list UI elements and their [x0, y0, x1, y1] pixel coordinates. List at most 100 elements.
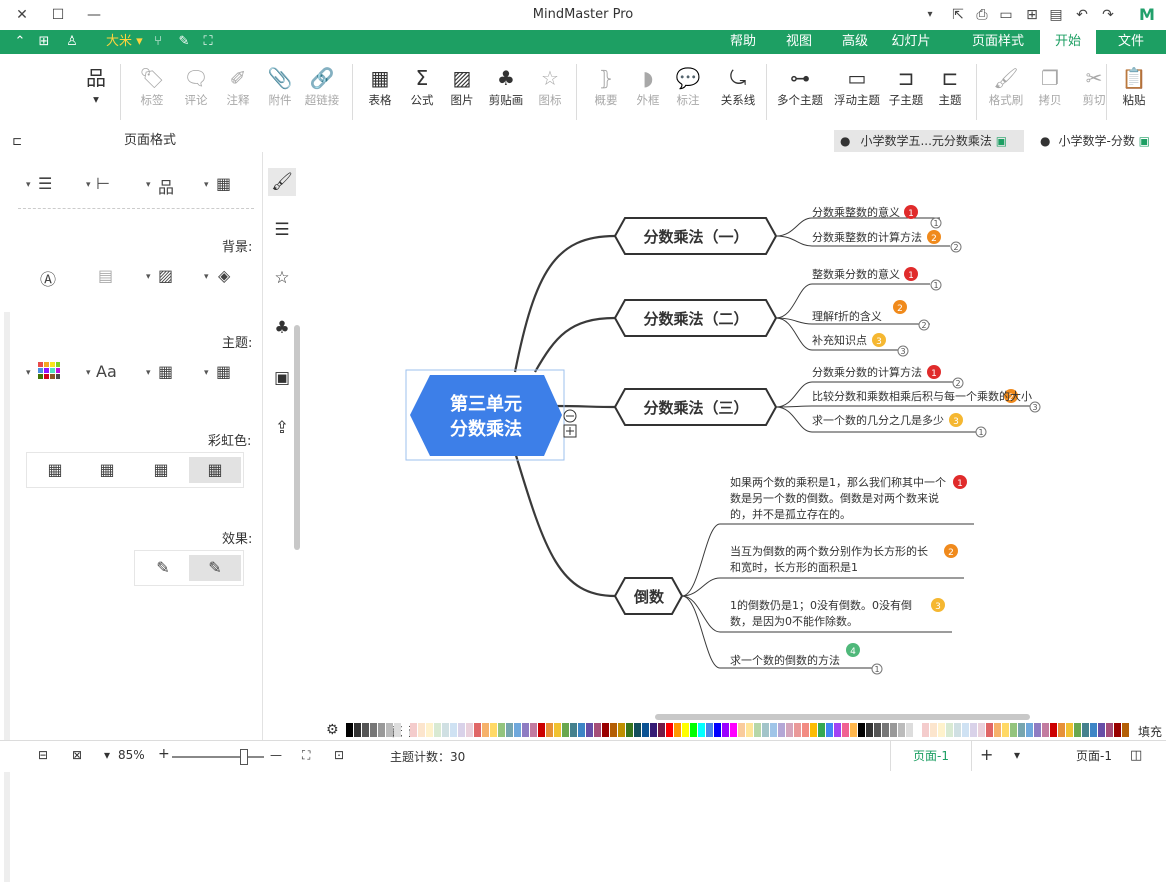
subtopic-line[interactable]: 数，是因为0不能作除数。: [730, 614, 858, 628]
color-swatch[interactable]: [354, 723, 361, 737]
effect-option-sketch[interactable]: ✎: [137, 555, 189, 581]
zoom-slider[interactable]: [172, 756, 264, 758]
paste-button[interactable]: 📋 粘贴: [1112, 64, 1156, 108]
clipart-icon[interactable]: ♣: [268, 314, 296, 342]
color-swatch[interactable]: [490, 723, 497, 737]
color-swatch[interactable]: [642, 723, 649, 737]
color-swatch[interactable]: [762, 723, 769, 737]
attachment-button[interactable]: 📎 附件: [258, 64, 302, 108]
color-swatch[interactable]: [1042, 723, 1049, 737]
effect-option-solid[interactable]: ✎: [189, 555, 241, 581]
color-swatch[interactable]: [602, 723, 609, 737]
branch-icon[interactable]: ⑂: [148, 32, 168, 52]
panel-scrollbar[interactable]: [4, 312, 10, 882]
subtopic-line[interactable]: 当互为倒数的两个数分别作为长方形的长: [730, 544, 928, 558]
star-icon[interactable]: ☆: [268, 264, 296, 292]
color-swatch[interactable]: [914, 723, 921, 737]
caret-icon[interactable]: ▾: [146, 368, 151, 378]
print-icon[interactable]: ⎙: [972, 5, 992, 25]
color-swatch[interactable]: [730, 723, 737, 737]
rainbow-option[interactable]: ▦: [29, 457, 81, 483]
color-swatch[interactable]: [658, 723, 665, 737]
color-swatch[interactable]: [754, 723, 761, 737]
count-marker[interactable]: 2: [955, 379, 960, 388]
color-swatch[interactable]: [986, 723, 993, 737]
color-swatch[interactable]: [546, 723, 553, 737]
tab-page-style[interactable]: 页面样式: [966, 30, 1030, 54]
subtopic-line[interactable]: 和宽时，长方形的面积是1: [730, 560, 858, 574]
color-swatch[interactable]: [818, 723, 825, 737]
caret-icon[interactable]: ▾: [146, 272, 151, 282]
color-swatch[interactable]: [1098, 723, 1105, 737]
color-swatch[interactable]: [570, 723, 577, 737]
color-swatch[interactable]: [778, 723, 785, 737]
export-icon[interactable]: ⇱: [948, 5, 968, 25]
color-swatch[interactable]: [794, 723, 801, 737]
subtopic-label[interactable]: 分数乘整数的意义: [812, 205, 900, 219]
subtopic-label[interactable]: 理解f折的含义: [812, 309, 882, 323]
pen-icon[interactable]: ✎: [174, 32, 194, 52]
color-swatch[interactable]: [850, 723, 857, 737]
layout-button[interactable]: 品 ▾: [74, 64, 118, 106]
color-swatch[interactable]: [514, 723, 521, 737]
color-swatch[interactable]: [410, 723, 417, 737]
count-marker[interactable]: 3: [1032, 403, 1037, 412]
color-swatch[interactable]: [1058, 723, 1065, 737]
color-swatch[interactable]: [786, 723, 793, 737]
color-swatch[interactable]: [826, 723, 833, 737]
boundary-button[interactable]: ◗ 外框: [626, 64, 670, 108]
color-swatch[interactable]: [610, 723, 617, 737]
file-menu[interactable]: 文件: [1106, 30, 1156, 54]
color-swatch[interactable]: [898, 723, 905, 737]
clipart-button[interactable]: ♣ 剪贴画: [484, 64, 528, 108]
layout-grid-icon[interactable]: ▦: [216, 174, 231, 193]
color-swatch[interactable]: [858, 723, 865, 737]
color-swatch[interactable]: [386, 723, 393, 737]
count-marker[interactable]: 1: [933, 219, 938, 228]
color-swatch[interactable]: [810, 723, 817, 737]
color-swatch[interactable]: [738, 723, 745, 737]
mindmap-canvas[interactable]: 第三单元 分数乘法 分数乘法（一） 分数乘法（二） 分数乘法（三） 倒数 1 分…: [300, 152, 1166, 720]
color-swatch[interactable]: [450, 723, 457, 737]
connector-icon[interactable]: ⊢: [96, 174, 110, 193]
rainbow-option[interactable]: ▦: [135, 457, 187, 483]
color-swatch[interactable]: [682, 723, 689, 737]
color-swatch[interactable]: [1122, 723, 1129, 737]
color-swatch[interactable]: [1114, 723, 1121, 737]
page-menu-icon[interactable]: ▾: [1014, 748, 1020, 762]
background-image-icon[interactable]: ▨: [158, 266, 173, 285]
color-swatch[interactable]: [714, 723, 721, 737]
color-swatch[interactable]: [522, 723, 529, 737]
layout-toggle-icon[interactable]: ◫: [1130, 748, 1142, 763]
color-swatch[interactable]: [1050, 723, 1057, 737]
numbering-icon[interactable]: ☰: [38, 174, 52, 193]
comment-button[interactable]: 🗨 评论: [174, 64, 218, 108]
color-swatch[interactable]: [466, 723, 473, 737]
outline-icon[interactable]: ☰: [268, 216, 296, 244]
open-icon[interactable]: ▤: [1046, 5, 1066, 25]
caret-icon[interactable]: ▾: [204, 368, 209, 378]
color-swatch[interactable]: [498, 723, 505, 737]
color-swatch[interactable]: [402, 723, 409, 737]
color-swatch[interactable]: [874, 723, 881, 737]
new-icon[interactable]: ⊞: [1022, 5, 1042, 25]
color-swatch[interactable]: [346, 723, 353, 737]
tab-view[interactable]: 视图: [778, 30, 820, 54]
subtopic-label[interactable]: 分数乘整数的计算方法: [812, 230, 922, 244]
count-marker[interactable]: 1: [874, 665, 879, 674]
caret-icon[interactable]: ▾: [204, 180, 209, 190]
color-swatch[interactable]: [746, 723, 753, 737]
color-swatch[interactable]: [530, 723, 537, 737]
color-swatch[interactable]: [834, 723, 841, 737]
color-swatch[interactable]: [1002, 723, 1009, 737]
caret-icon[interactable]: ▾: [86, 180, 91, 190]
zoom-slider-thumb[interactable]: [240, 749, 248, 765]
subtopic-button[interactable]: ⊐ 子主题: [884, 64, 928, 108]
formula-button[interactable]: Σ 公式: [400, 64, 444, 108]
color-swatch[interactable]: [770, 723, 777, 737]
format-painter-button[interactable]: 🖌 格式刷: [984, 64, 1028, 108]
color-swatch[interactable]: [370, 723, 377, 737]
rainbow-option[interactable]: ▦: [81, 457, 133, 483]
calendar-icon[interactable]: ▣: [268, 364, 296, 392]
subtopic-label[interactable]: 整数乘分数的意义: [812, 267, 900, 281]
